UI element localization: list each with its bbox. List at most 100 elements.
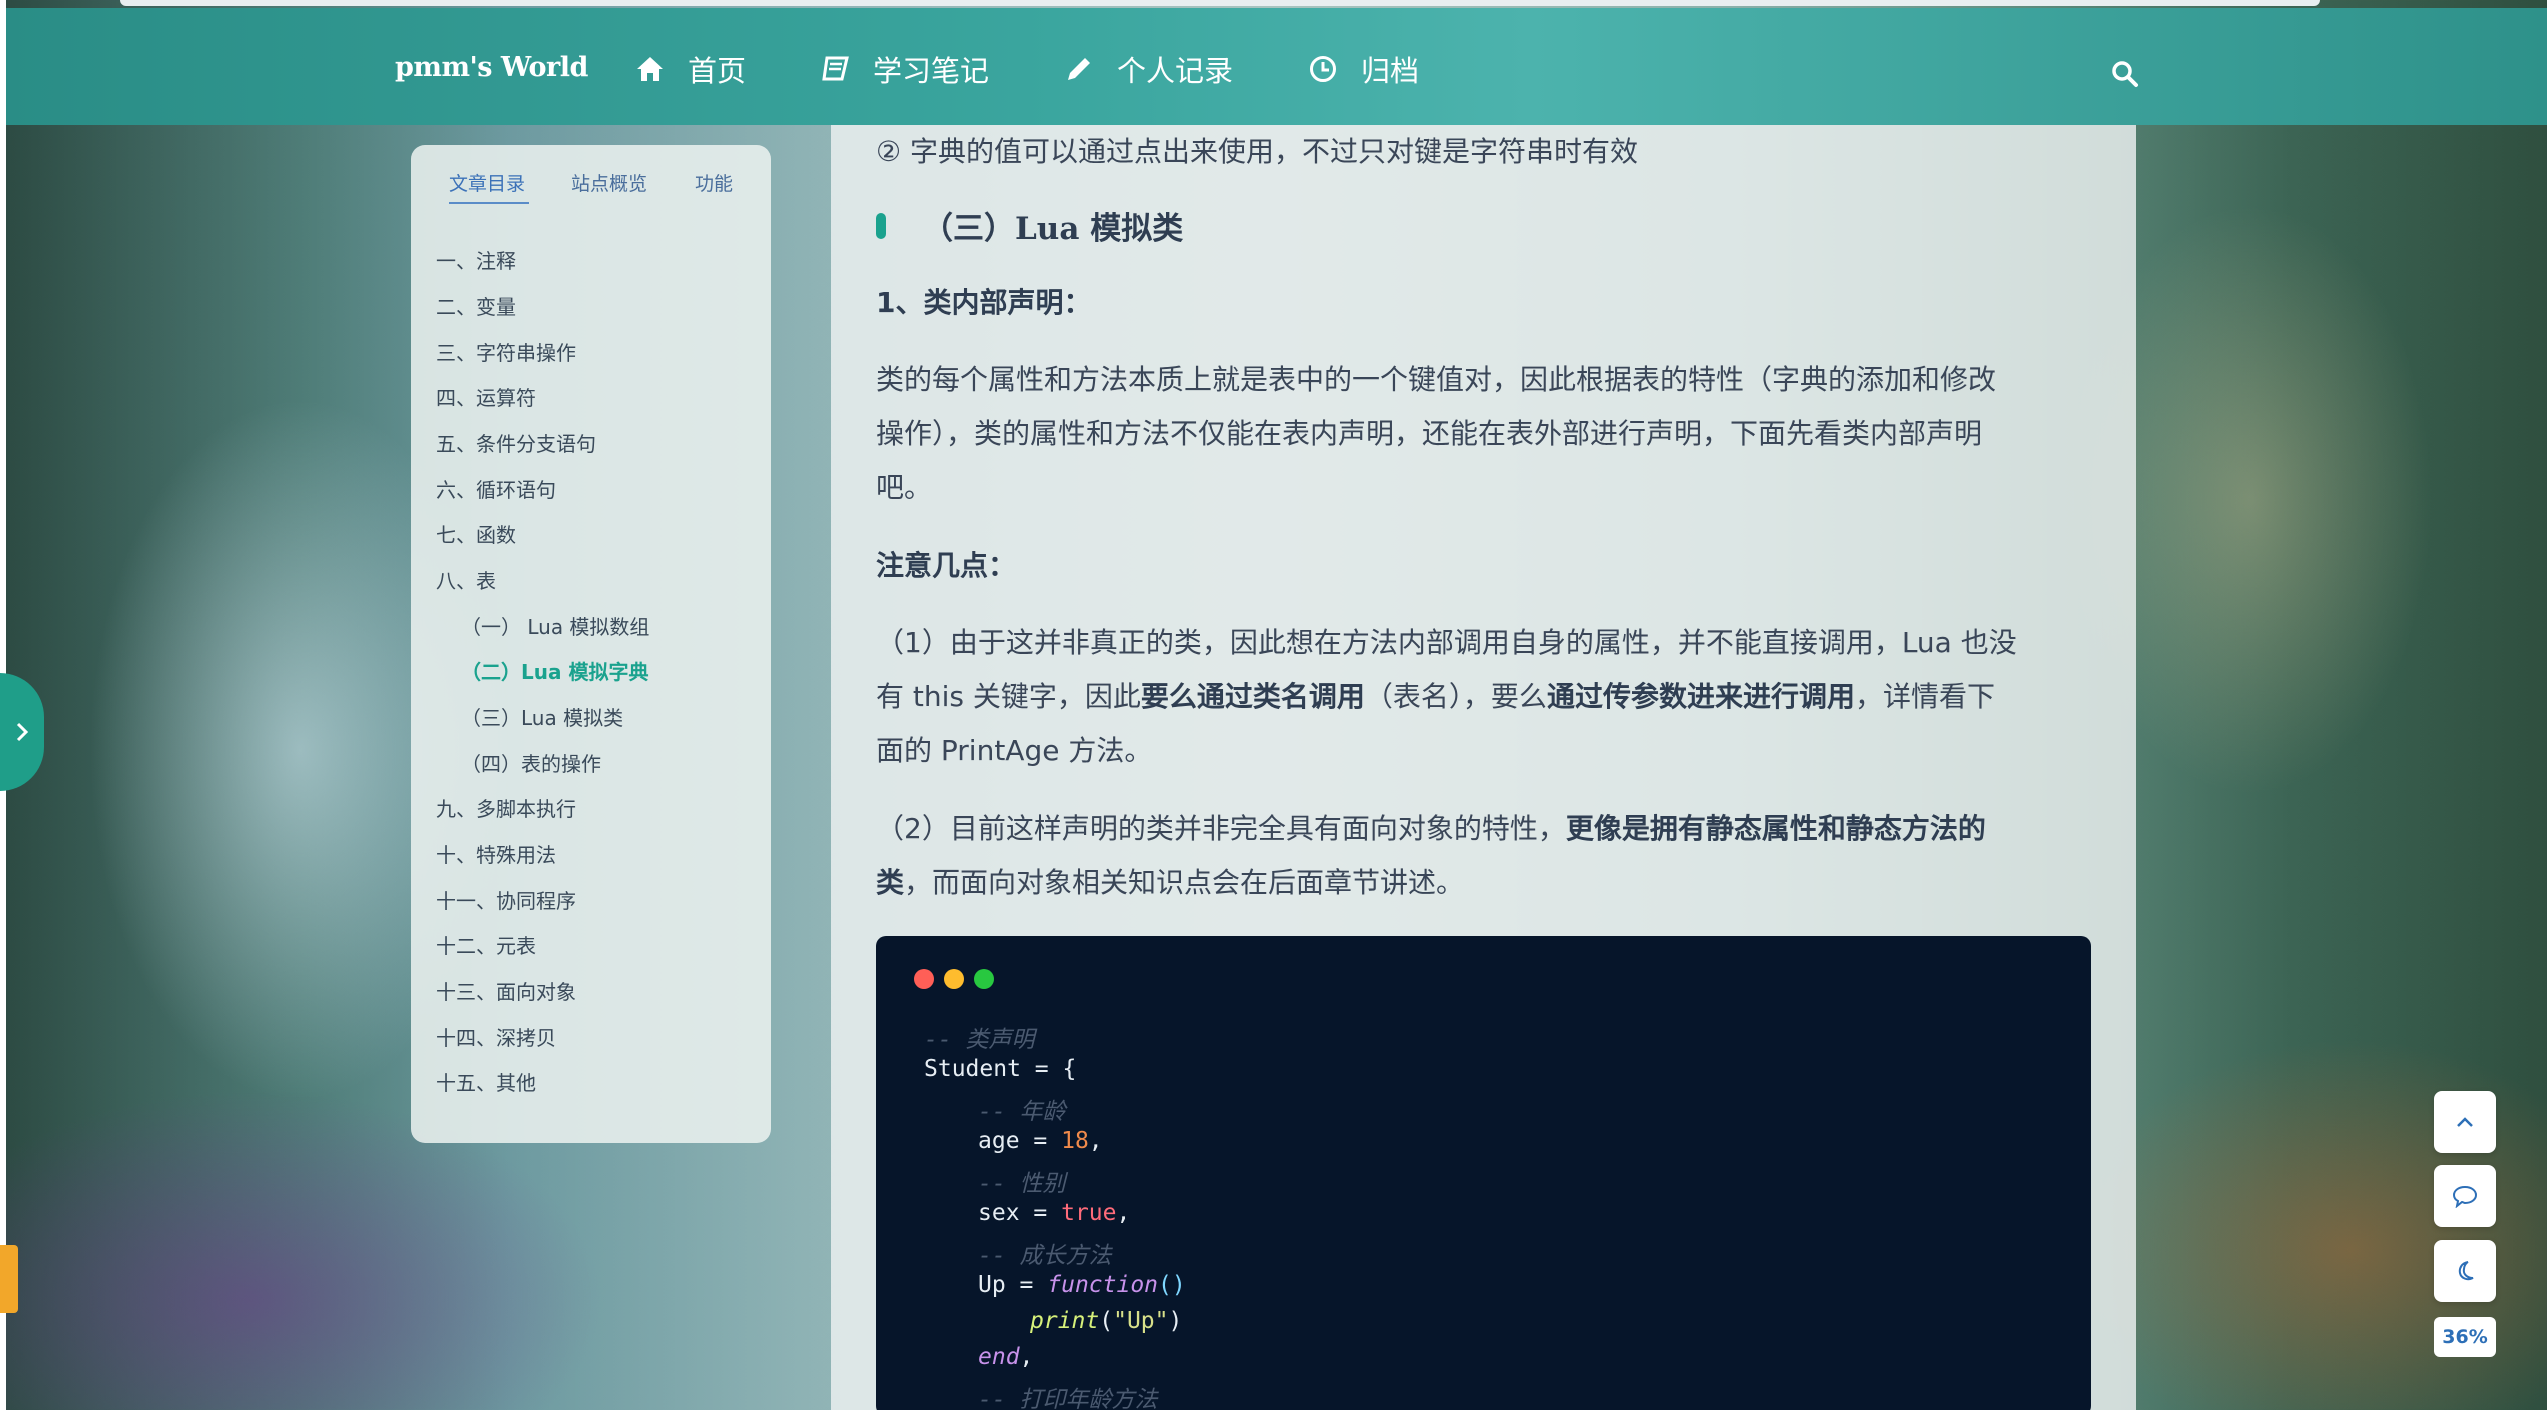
toc-item[interactable]: 六、循环语句 — [436, 474, 556, 503]
dark-mode-button[interactable] — [2434, 1240, 2496, 1302]
code-token: ) — [1168, 1308, 1183, 1334]
nav-archive[interactable]: 归档 — [1307, 48, 1419, 90]
code-token: age = — [978, 1128, 1062, 1154]
pencil-icon — [1063, 53, 1095, 85]
tab-toc[interactable]: 文章目录 — [449, 169, 525, 196]
code-token: ( — [1099, 1308, 1114, 1334]
side-tag[interactable] — [0, 1245, 18, 1313]
paragraph-line: 面的 PrintAge 方法。 — [876, 734, 1153, 767]
paragraph-line: 类，而面向对象相关知识点会在后面章节讲述。 — [876, 856, 2096, 910]
toc-item[interactable]: 七、函数 — [436, 519, 516, 548]
code-keyword: function — [1047, 1272, 1159, 1298]
code-line: sex = true, — [978, 1200, 1130, 1226]
code-line: age = 18, — [978, 1128, 1103, 1154]
code-boolean: true — [1061, 1200, 1117, 1226]
toc-item[interactable]: 十一、协同程序 — [436, 885, 576, 914]
toc-item[interactable]: 一、注释 — [436, 245, 516, 274]
code-number: 18 — [1061, 1128, 1089, 1154]
code-line: print("Up") — [1030, 1308, 1182, 1334]
search-icon[interactable] — [2111, 60, 2139, 88]
site-brand[interactable]: pmm's World — [395, 52, 588, 83]
site-header: pmm's World 首页 学习笔记 个人记录 归档 — [6, 8, 2547, 125]
paragraph-line: （1）由于这并非真正的类，因此想在方法内部调用自身的属性，并不能直接调用，Lua… — [876, 626, 2017, 659]
code-line: Up = function() — [978, 1272, 1186, 1298]
code-token: sex = — [978, 1200, 1062, 1226]
paragraph-line: 有 this 关键字，因此要么通过类名调用（表名），要么通过传参数进来进行调用，… — [876, 670, 2096, 724]
toc-item[interactable]: 四、运算符 — [436, 382, 536, 411]
toc-subitem[interactable]: （四）表的操作 — [461, 748, 601, 777]
comment-button[interactable] — [2434, 1165, 2496, 1227]
section-heading: （三）Lua 模拟类 — [876, 203, 1183, 248]
toc-item[interactable]: 九、多脚本执行 — [436, 793, 576, 822]
sidebar-toggle[interactable] — [0, 673, 44, 791]
code-token: , — [1019, 1344, 1034, 1370]
toc-subitem-active[interactable]: （二）Lua 模拟字典 — [461, 656, 648, 685]
toc-subitem[interactable]: （三）Lua 模拟类 — [461, 702, 623, 731]
bold-text: 要么通过类名调用 — [1140, 680, 1365, 713]
comment-icon — [2452, 1185, 2478, 1208]
tab-underline — [449, 202, 529, 204]
window-dot-yellow — [944, 969, 964, 989]
code-line: end, — [978, 1344, 1033, 1370]
toc-subitem[interactable]: （一） Lua 模拟数组 — [461, 611, 649, 640]
text-run: （2）目前这样声明的类并非完全具有面向对象的特性， — [876, 812, 1566, 845]
code-token: , — [1088, 1128, 1103, 1154]
back-to-top-button[interactable] — [2434, 1091, 2496, 1153]
code-comment: -- 类声明 — [924, 1027, 1035, 1053]
toc-item[interactable]: 十二、元表 — [436, 930, 536, 959]
bold-text: 更像是拥有静态属性和静态方法的 — [1565, 812, 1986, 845]
code-keyword: end — [978, 1344, 1020, 1370]
heading-text: （三）Lua 模拟类 — [922, 211, 1184, 247]
code-line: Student = { — [924, 1056, 1077, 1082]
notes-title: 注意几点： — [876, 549, 1017, 582]
code-comment: -- 性别 — [978, 1171, 1066, 1197]
code-token: , — [1116, 1200, 1131, 1226]
toc-item[interactable]: 二、变量 — [436, 291, 516, 320]
paragraph-line: 吧。 — [876, 471, 933, 504]
toc-item[interactable]: 五、条件分支语句 — [436, 428, 596, 457]
bold-text: 通过传参数进来进行调用 — [1546, 680, 1855, 713]
tab-site-overview[interactable]: 站点概览 — [571, 169, 647, 196]
browser-strip — [120, 0, 2320, 6]
heading-marker — [876, 212, 886, 239]
toc-item[interactable]: 十、特殊用法 — [436, 839, 556, 868]
article-line: ② 字典的值可以通过点出来使用，不过只对键是字符串时有效 — [876, 135, 1639, 168]
nav-home[interactable]: 首页 — [634, 48, 746, 90]
nav-notes[interactable]: 学习笔记 — [819, 48, 989, 90]
code-string: "Up" — [1113, 1308, 1169, 1334]
text-run: 有 this 关键字，因此 — [876, 680, 1141, 713]
chevron-up-icon — [2457, 1117, 2473, 1127]
nav-notes-label: 学习笔记 — [873, 54, 990, 88]
code-comment: -- 成长方法 — [978, 1243, 1112, 1269]
toc-item[interactable]: 十四、深拷贝 — [436, 1022, 556, 1051]
subheading: 1、类内部声明： — [876, 286, 1092, 319]
toc-item[interactable]: 三、字符串操作 — [436, 337, 576, 366]
paragraph-line: 操作），类的属性和方法不仅能在表内声明，还能在表外部进行声明，下面先看类内部声明 — [876, 417, 1983, 450]
code-comment: -- 打印年龄方法 — [978, 1387, 1158, 1410]
moon-icon — [2458, 1261, 2474, 1281]
toc-item[interactable]: 八、表 — [436, 565, 496, 594]
nav-archive-label: 归档 — [1361, 54, 1420, 88]
clock-icon — [1307, 53, 1339, 85]
book-icon — [819, 53, 851, 85]
code-block: -- 类声明 Student = { -- 年龄 age = 18, -- 性别… — [876, 936, 2091, 1410]
home-icon — [634, 53, 666, 85]
window-dot-green — [974, 969, 994, 989]
nav-records-label: 个人记录 — [1117, 54, 1234, 88]
text-run: ，而面向对象相关知识点会在后面章节讲述。 — [904, 866, 1465, 899]
code-token: () — [1158, 1272, 1186, 1298]
tab-functions[interactable]: 功能 — [695, 169, 733, 196]
paragraph-line: （2）目前这样声明的类并非完全具有面向对象的特性，更像是拥有静态属性和静态方法的 — [876, 802, 2096, 856]
bold-text: 类 — [876, 866, 905, 899]
text-run: ，详情看下 — [1854, 680, 1995, 713]
chevron-right-icon — [16, 722, 29, 742]
toc-card: 文章目录 站点概览 功能 一、注释 二、变量 三、字符串操作 四、运算符 五、条… — [411, 145, 771, 1143]
paragraph-line: 类的每个属性和方法本质上就是表中的一个键值对，因此根据表的特性（字典的添加和修改 — [876, 363, 1997, 396]
nav-records[interactable]: 个人记录 — [1063, 48, 1233, 90]
reading-progress: 36% — [2434, 1317, 2496, 1357]
toc-item[interactable]: 十五、其他 — [436, 1067, 536, 1096]
toc-item[interactable]: 十三、面向对象 — [436, 976, 576, 1005]
code-function: print — [1030, 1308, 1100, 1334]
nav-home-label: 首页 — [688, 54, 747, 88]
code-comment: -- 年龄 — [978, 1099, 1066, 1125]
